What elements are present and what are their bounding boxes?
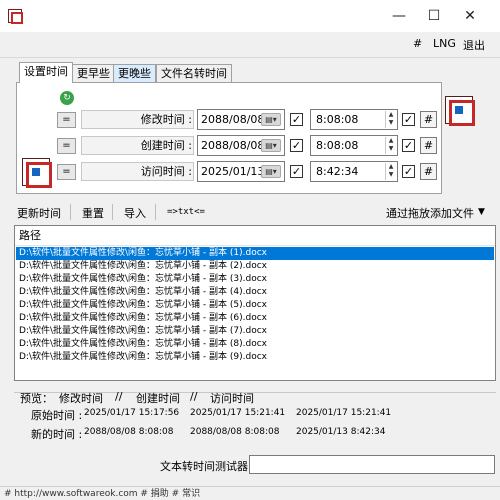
original-modified-value: 2025/01/17 15:17:56 xyxy=(84,408,180,418)
list-item[interactable]: D:\软件\批量文件属性修改\闲鱼：忘忧草小铺 - 副本 (8).docx xyxy=(16,338,494,351)
new-time-label: 新的时间 : xyxy=(31,428,83,441)
equal-button-modified[interactable]: = xyxy=(57,112,76,128)
accessed-date-picker[interactable]: 2025/01/13 ▤▾ xyxy=(197,161,285,182)
new-modified-value: 2088/08/08 8:08:08 xyxy=(84,427,174,437)
created-time-value: 8:08:08 xyxy=(316,139,359,152)
chevron-down-icon[interactable]: ▼ xyxy=(478,207,485,217)
new-accessed-value: 2025/01/13 8:42:34 xyxy=(296,427,386,437)
tab-earlier[interactable]: 更早些 xyxy=(72,64,115,82)
list-item[interactable]: D:\软件\批量文件属性修改\闲鱼：忘忧草小铺 - 副本 (3).docx xyxy=(16,273,494,286)
text-to-time-tester-input[interactable] xyxy=(249,455,495,474)
status-bar[interactable]: # http://www.softwareok.com # 捐助 # 常识 xyxy=(0,486,500,500)
app-icon xyxy=(8,9,23,24)
original-created-value: 2025/01/17 15:21:41 xyxy=(190,408,286,418)
list-item[interactable]: D:\软件\批量文件属性修改\闲鱼：忘忧草小铺 - 副本 (7).docx xyxy=(16,325,494,338)
equal-button-accessed[interactable]: = xyxy=(57,164,76,180)
minimize-button[interactable]: — xyxy=(381,0,417,32)
new-created-value: 2088/08/08 8:08:08 xyxy=(190,427,280,437)
calendar-dropdown-icon[interactable]: ▤▾ xyxy=(261,113,281,126)
preview-accessed-header: 访问时间 xyxy=(210,392,254,405)
modified-time-label: 修改时间 : xyxy=(140,113,192,126)
created-date-checkbox[interactable]: ✓ xyxy=(290,139,303,152)
hash-menu[interactable]: # xyxy=(413,37,422,50)
list-item[interactable]: D:\软件\批量文件属性修改\闲鱼：忘忧草小铺 - 副本 (9).docx xyxy=(16,351,494,364)
original-accessed-value: 2025/01/17 15:21:41 xyxy=(296,408,392,418)
modified-time-checkbox[interactable]: ✓ xyxy=(402,113,415,126)
spin-arrows-icon[interactable]: ▲ ▼ xyxy=(385,137,396,154)
text-to-time-tester-label: 文本转时间测试器 xyxy=(160,460,248,473)
modified-hash-button[interactable]: # xyxy=(420,111,437,128)
preview-divider: // xyxy=(115,390,123,403)
picture-icon-left[interactable] xyxy=(22,158,52,188)
created-time-checkbox[interactable]: ✓ xyxy=(402,139,415,152)
picture-icon-right[interactable] xyxy=(445,96,475,126)
created-date-picker[interactable]: 2088/08/08 ▤▾ xyxy=(197,135,285,156)
language-menu[interactable]: LNG xyxy=(433,37,456,50)
separator xyxy=(112,204,113,220)
accessed-time-checkbox[interactable]: ✓ xyxy=(402,165,415,178)
modified-date-checkbox[interactable]: ✓ xyxy=(290,113,303,126)
modified-time-field[interactable]: 8:08:08 ▲ ▼ xyxy=(310,109,398,130)
list-item[interactable]: D:\软件\批量文件属性修改\闲鱼：忘忧草小铺 - 副本 (1).docx xyxy=(16,247,494,260)
update-time-button[interactable]: 更新时间 xyxy=(17,205,61,221)
accessed-date-checkbox[interactable]: ✓ xyxy=(290,165,303,178)
list-item[interactable]: D:\软件\批量文件属性修改\闲鱼：忘忧草小铺 - 副本 (6).docx xyxy=(16,312,494,325)
created-date-value: 2088/08/08 xyxy=(201,139,265,152)
modified-date-picker[interactable]: 2088/08/08 ▤▾ xyxy=(197,109,285,130)
accessed-hash-button[interactable]: # xyxy=(420,163,437,180)
tab-filename-to-time[interactable]: 文件名转时间 xyxy=(156,64,232,82)
created-time-label: 创建时间 : xyxy=(140,139,192,152)
calendar-dropdown-icon[interactable]: ▤▾ xyxy=(261,139,281,152)
drag-drop-add-button[interactable]: 通过拖放添加文件 xyxy=(386,205,474,221)
separator xyxy=(155,204,156,220)
maximize-button[interactable]: ☐ xyxy=(416,0,452,32)
spin-arrows-icon[interactable]: ▲ ▼ xyxy=(385,163,396,180)
path-column-header[interactable]: 路径 xyxy=(15,226,495,246)
list-item[interactable]: D:\软件\批量文件属性修改\闲鱼：忘忧草小铺 - 副本 (2).docx xyxy=(16,260,494,273)
exit-menu[interactable]: 退出 xyxy=(463,37,485,53)
preview-created-header: 创建时间 xyxy=(136,392,180,405)
file-list[interactable]: 路径 D:\软件\批量文件属性修改\闲鱼：忘忧草小铺 - 副本 (1).docx… xyxy=(14,225,496,381)
created-hash-button[interactable]: # xyxy=(420,137,437,154)
accessed-time-label: 访问时间 : xyxy=(140,165,192,178)
original-time-label: 原始时间 : xyxy=(31,409,83,422)
list-item[interactable]: D:\软件\批量文件属性修改\闲鱼：忘忧草小铺 - 副本 (5).docx xyxy=(16,299,494,312)
modified-date-value: 2088/08/08 xyxy=(201,113,265,126)
preview-divider: // xyxy=(190,390,198,403)
accessed-date-value: 2025/01/13 xyxy=(201,165,265,178)
refresh-icon[interactable]: ↻ xyxy=(60,91,74,105)
txt-export-button[interactable]: =>txt<= xyxy=(167,207,205,217)
preview-label: 预览： xyxy=(20,392,53,405)
reset-button[interactable]: 重置 xyxy=(82,205,104,221)
accessed-time-value: 8:42:34 xyxy=(316,165,359,178)
list-item[interactable]: D:\软件\批量文件属性修改\闲鱼：忘忧草小铺 - 副本 (4).docx xyxy=(16,286,494,299)
toolbar xyxy=(0,32,500,58)
created-time-field[interactable]: 8:08:08 ▲ ▼ xyxy=(310,135,398,156)
separator xyxy=(70,204,71,220)
preview-modified-header: 修改时间 xyxy=(59,392,103,405)
equal-button-created[interactable]: = xyxy=(57,138,76,154)
calendar-dropdown-icon[interactable]: ▤▾ xyxy=(261,165,281,178)
tab-later[interactable]: 更晚些 xyxy=(113,64,156,82)
spin-arrows-icon[interactable]: ▲ ▼ xyxy=(385,111,396,128)
close-button[interactable]: ✕ xyxy=(452,0,488,32)
tab-set-time[interactable]: 设置时间 xyxy=(19,62,73,83)
accessed-time-field[interactable]: 8:42:34 ▲ ▼ xyxy=(310,161,398,182)
modified-time-value: 8:08:08 xyxy=(316,113,359,126)
import-button[interactable]: 导入 xyxy=(124,205,146,221)
